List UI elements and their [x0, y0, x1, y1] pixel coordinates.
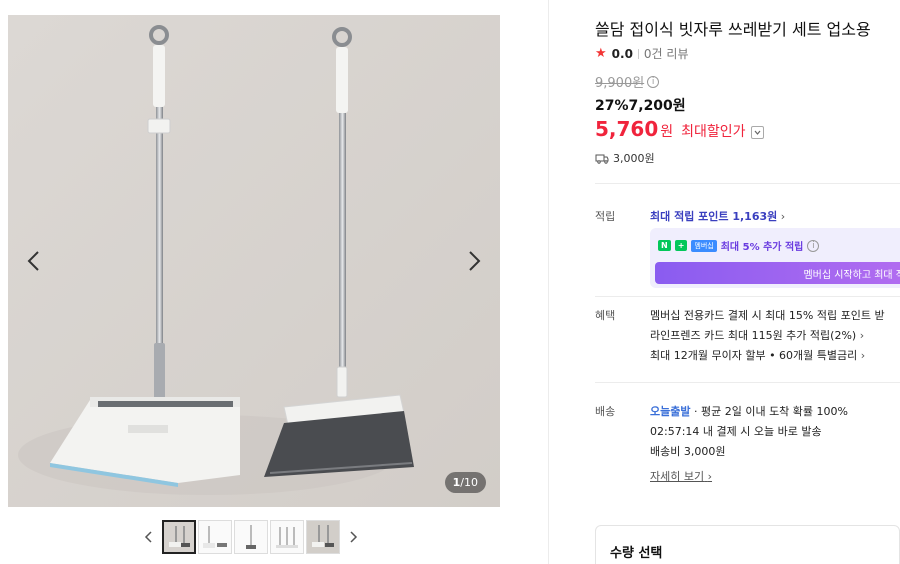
benefits-label: 혜택: [595, 309, 616, 322]
column-divider: [548, 0, 549, 564]
previous-image-button[interactable]: [20, 247, 48, 275]
shipping-fee: 3,000원: [595, 150, 655, 166]
today-shipping-badge: 오늘출발: [650, 405, 691, 418]
thumbnail-prev-button[interactable]: [138, 518, 160, 556]
section-divider: [595, 296, 900, 297]
membership-box: N + 멤버십 최대 5% 추가 적립 i 멤버십 시작하고 최대 적: [650, 228, 900, 288]
benefit-card-points: 멤버십 전용카드 결제 시 최대 15% 적립 포인트 받: [650, 309, 885, 322]
chevron-down-icon[interactable]: [750, 126, 764, 139]
chevron-right-icon: ›: [859, 329, 865, 342]
membership-badge: 멤버십: [691, 239, 717, 252]
rating-row[interactable]: ★ 0.0 0건 리뷰: [595, 45, 689, 62]
thumbnail-3[interactable]: [234, 520, 268, 554]
section-divider: [595, 183, 900, 184]
quantity-selector[interactable]: 수량 선택: [595, 525, 900, 564]
thumbnail-next-button[interactable]: [342, 518, 364, 556]
max-discount-row[interactable]: 5,760 원 최대할인가: [595, 117, 764, 141]
review-count[interactable]: 0건 리뷰: [644, 45, 689, 62]
thumbnail-4[interactable]: [270, 520, 304, 554]
info-icon[interactable]: i: [647, 75, 660, 88]
benefit-installment[interactable]: 최대 12개월 무이자 할부 • 60개월 특별금리 ›: [650, 347, 865, 363]
thumbnail-2[interactable]: [198, 520, 232, 554]
benefit-line-friends-text: 라인프렌즈 카드 최대 115원 추가 적립(2%): [650, 329, 857, 342]
product-title: 쓸담 접이식 빗자루 쓰레받기 세트 업소용: [595, 20, 871, 39]
product-info-panel: 쓸담 접이식 빗자루 쓰레받기 세트 업소용 ★ 0.0 0건 리뷰 9,900…: [595, 0, 900, 564]
product-photo: [8, 15, 500, 507]
delivery-details-text: 자세히 보기: [650, 470, 705, 483]
max-points-link[interactable]: 최대 적립 포인트 1,163원 ›: [650, 208, 785, 224]
chevron-right-icon: ›: [860, 349, 866, 362]
chevron-right-icon: [350, 531, 358, 543]
next-image-button[interactable]: [460, 247, 488, 275]
membership-extra-points: N + 멤버십 최대 5% 추가 적립 i: [658, 238, 820, 253]
naver-n-badge: N: [658, 240, 671, 251]
delivery-fee: 배송비 3,000원: [650, 445, 726, 458]
plus-badge: +: [674, 240, 688, 251]
truck-icon: [595, 154, 609, 164]
thumbnail-image: [199, 521, 231, 553]
start-membership-button[interactable]: 멤버십 시작하고 최대 적: [655, 262, 900, 284]
benefit-installment-text: 최대 12개월 무이자 할부 • 60개월 특별금리: [650, 349, 858, 362]
thumbnail-5[interactable]: [306, 520, 340, 554]
product-image-gallery[interactable]: 1/10: [8, 15, 500, 507]
thumbnail-image: [235, 521, 267, 553]
image-counter-total: /10: [460, 476, 478, 489]
chevron-left-icon: [27, 251, 39, 271]
delivery-cutoff: 02:57:14 내 결제 시 오늘 바로 발송: [650, 425, 822, 438]
max-discount-price: 5,760: [595, 117, 659, 141]
membership-extra-text: 최대 5% 추가 적립: [720, 242, 804, 253]
thumbnail-strip: [138, 518, 364, 556]
max-discount-label: 최대할인가: [681, 124, 746, 140]
original-price-value: 9,900원: [595, 76, 645, 91]
points-label: 적립: [595, 210, 616, 223]
image-counter: 1/10: [444, 472, 486, 493]
delivery-today-line: 오늘출발 · 평균 2일 이내 도착 확률 100%: [650, 403, 848, 419]
benefit-line-friends[interactable]: 라인프렌즈 카드 최대 115원 추가 적립(2%) ›: [650, 327, 864, 343]
original-price: 9,900원 i: [595, 72, 660, 91]
star-icon: ★: [595, 46, 607, 61]
chevron-right-icon: ›: [707, 470, 713, 483]
rating-separator: [637, 48, 639, 59]
delivery-details-link[interactable]: 자세히 보기 ›: [650, 468, 712, 484]
thumbnail-image: [164, 522, 194, 552]
info-icon[interactable]: i: [807, 239, 820, 252]
max-discount-won: 원: [660, 124, 674, 140]
rating-score: 0.0: [611, 46, 633, 61]
quantity-label: 수량 선택: [610, 546, 663, 561]
delivery-arrival-rate: · 평균 2일 이내 도착 확률 100%: [693, 405, 848, 418]
chevron-right-icon: ›: [780, 210, 786, 223]
discount-price: 27%7,200원: [595, 98, 686, 114]
section-divider: [595, 382, 900, 383]
max-points-text: 최대 적립 포인트 1,163원: [650, 210, 778, 223]
thumbnail-1[interactable]: [162, 520, 196, 554]
chevron-left-icon: [144, 531, 152, 543]
delivery-label: 배송: [595, 405, 616, 418]
chevron-right-icon: [469, 251, 481, 271]
shipping-fee-value: 3,000원: [613, 152, 655, 165]
thumbnail-image: [307, 521, 339, 553]
thumbnail-image: [271, 521, 303, 553]
